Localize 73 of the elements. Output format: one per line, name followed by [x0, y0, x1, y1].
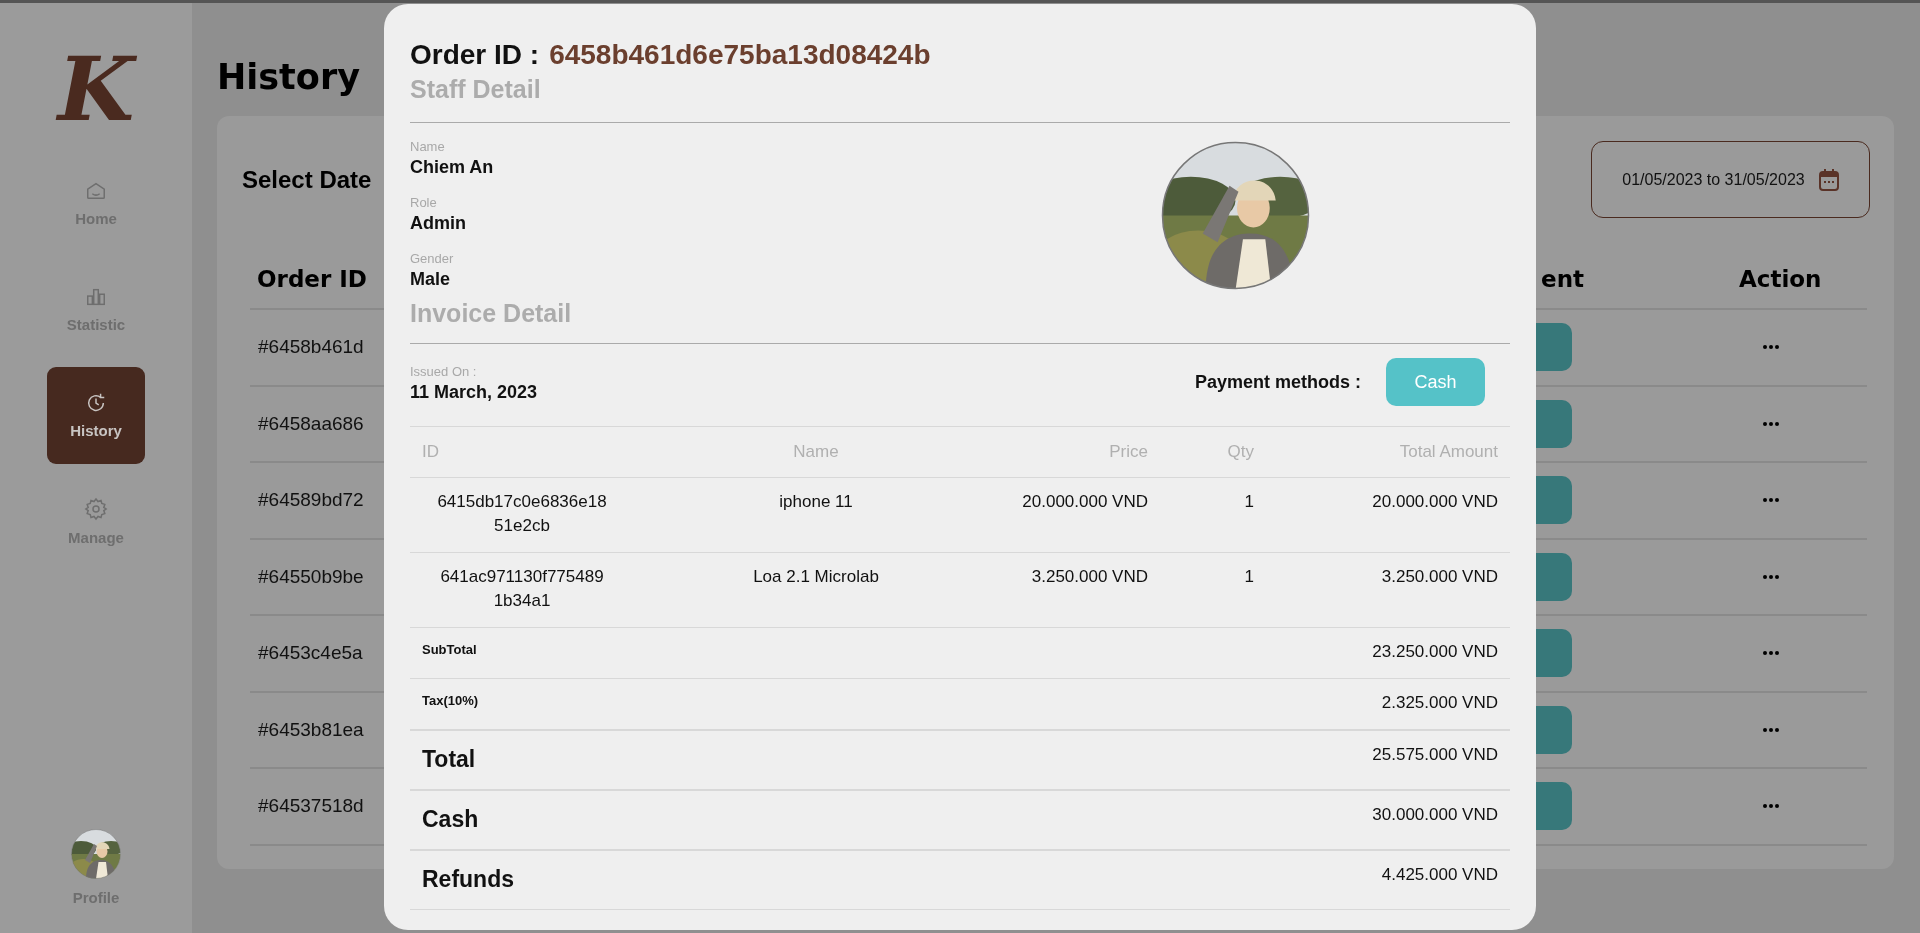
- payment-methods-label: Payment methods :: [1194, 371, 1361, 393]
- page-title: History: [217, 56, 360, 99]
- order-id-cell: #6453c4e5a: [258, 642, 363, 665]
- summary-label: Cash: [410, 789, 634, 850]
- calendar-icon: [1818, 168, 1839, 191]
- item-name-cell: iphone 11: [634, 477, 998, 553]
- column-header: ent: [1541, 266, 1584, 292]
- price-cell: 20.000.000 VND: [998, 477, 1160, 553]
- payment-badge: [1536, 552, 1572, 601]
- more-icon[interactable]: [1763, 727, 1779, 732]
- bar-chart-icon: [85, 286, 107, 308]
- qty-cell: 1: [1160, 477, 1266, 553]
- settings-icon: [84, 497, 108, 521]
- order-id-cell: #6458b461d: [258, 336, 364, 359]
- column-header: Name: [634, 426, 998, 478]
- total-cell: 3.250.000 VND: [1266, 552, 1510, 628]
- order-id-cell: #6453b81ea: [258, 718, 364, 741]
- more-icon[interactable]: [1763, 651, 1779, 656]
- field-label: Gender: [410, 251, 454, 267]
- field-value: 11 March, 2023: [410, 381, 538, 404]
- field-label: Role: [410, 195, 437, 211]
- column-header: Qty: [1160, 426, 1266, 478]
- payment-badge: [1536, 323, 1572, 372]
- item-id-cell: 6415db17c0e6836e18 51e2cb: [410, 477, 634, 553]
- more-icon[interactable]: [1763, 574, 1779, 579]
- field-value: Chiem An: [410, 156, 494, 179]
- item-id-cell: 641ac971130f775489 1b34a1: [410, 552, 634, 628]
- more-icon[interactable]: [1763, 804, 1779, 809]
- more-icon[interactable]: [1763, 345, 1779, 350]
- item-name-cell: Loa 2.1 Microlab: [634, 552, 998, 628]
- order-id-cell: #6458aa686: [258, 412, 364, 435]
- summary-label: Tax(10%): [410, 678, 634, 730]
- summary-label: Refunds: [410, 849, 634, 910]
- order-id: 6458b461d6e75ba13d08424b: [549, 38, 931, 72]
- date-range-picker[interactable]: 01/05/2023 to 31/05/2023: [1591, 141, 1870, 218]
- column-header: ID: [410, 426, 634, 478]
- column-header: Price: [998, 426, 1160, 478]
- section-heading: Staff Detail: [410, 74, 541, 105]
- more-icon[interactable]: [1763, 498, 1779, 503]
- summary-label: SubTotal: [410, 627, 634, 679]
- summary-value: 23.250.000 VND: [1266, 627, 1510, 679]
- order-id-label: Order ID :: [410, 38, 540, 72]
- sidebar-item[interactable]: History: [47, 367, 145, 464]
- summary-value: 30.000.000 VND: [1266, 789, 1510, 850]
- section-heading: Invoice Detail: [410, 298, 572, 329]
- order-id-cell: #64537518d: [258, 795, 364, 818]
- field-label: Name: [410, 139, 445, 155]
- price-cell: 3.250.000 VND: [998, 552, 1160, 628]
- summary-value: 2.325.000 VND: [1266, 678, 1510, 730]
- payment-badge: [1536, 782, 1572, 831]
- summary-value: 4.425.000 VND: [1266, 849, 1510, 910]
- qty-cell: 1: [1160, 552, 1266, 628]
- column-header: Order ID: [257, 266, 367, 292]
- column-header: Total Amount: [1266, 426, 1510, 478]
- field-label: Issued On :: [410, 364, 477, 380]
- select-date-label: Select Date: [242, 165, 372, 194]
- payment-badge: [1536, 705, 1572, 754]
- field-value: Male: [410, 268, 451, 291]
- logo: K: [57, 43, 135, 135]
- summary-value: 25.575.000 VND: [1266, 729, 1510, 790]
- more-icon[interactable]: [1763, 421, 1779, 426]
- column-header: Action: [1739, 266, 1822, 292]
- payment-badge: [1536, 629, 1572, 678]
- payment-method-badge[interactable]: Cash: [1386, 358, 1485, 406]
- order-id-cell: #64550b9be: [258, 565, 364, 588]
- payment-badge: [1536, 399, 1572, 448]
- payment-badge: [1536, 476, 1572, 525]
- total-cell: 20.000.000 VND: [1266, 477, 1510, 553]
- home-icon: [85, 180, 107, 202]
- history-icon: [85, 392, 107, 414]
- order-id-cell: #64589bd72: [258, 489, 364, 512]
- field-value: Admin: [410, 212, 466, 235]
- summary-label: Total: [410, 729, 634, 790]
